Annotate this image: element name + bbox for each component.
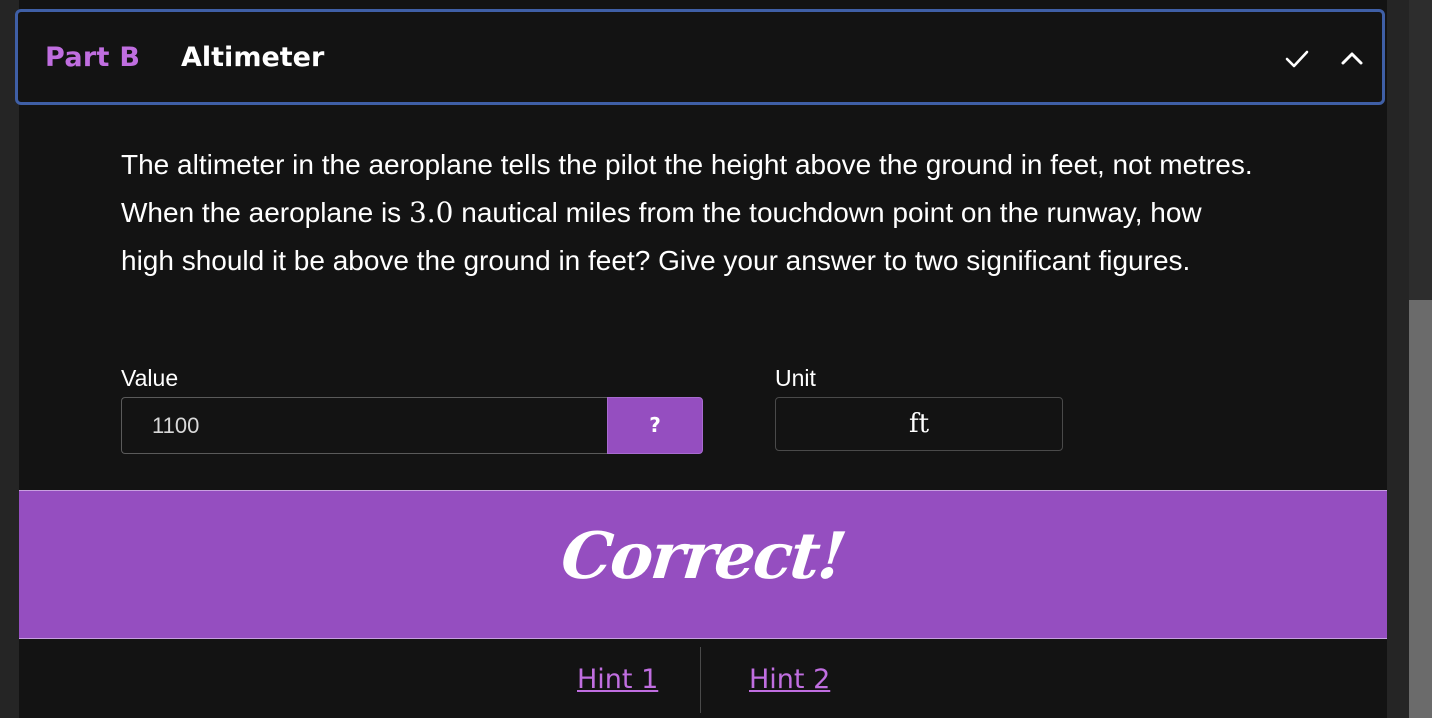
correct-message: Correct! — [557, 519, 849, 594]
hint-divider — [700, 647, 701, 713]
hint-1-link[interactable]: Hint 1 — [577, 664, 658, 695]
value-input[interactable] — [121, 397, 608, 454]
unit-select[interactable]: ft — [775, 397, 1063, 451]
part-header[interactable]: Part B Altimeter — [15, 9, 1385, 105]
help-button[interactable]: ? — [607, 397, 703, 454]
part-title: Altimeter — [181, 42, 325, 73]
chevron-up-icon[interactable] — [1339, 46, 1365, 72]
value-label: Value — [121, 365, 179, 391]
question-math-value: 3.0 — [408, 196, 454, 229]
correct-banner: Correct! — [19, 490, 1387, 639]
part-label: Part B — [45, 42, 141, 73]
scrollbar-thumb[interactable] — [1409, 300, 1432, 718]
check-icon — [1284, 46, 1310, 72]
hints-bar: Hint 1 Hint 2 — [19, 640, 1387, 718]
question-text: The altimeter in the aeroplane tells the… — [121, 141, 1261, 285]
hint-2-link[interactable]: Hint 2 — [749, 664, 830, 695]
unit-label: Unit — [775, 365, 816, 391]
